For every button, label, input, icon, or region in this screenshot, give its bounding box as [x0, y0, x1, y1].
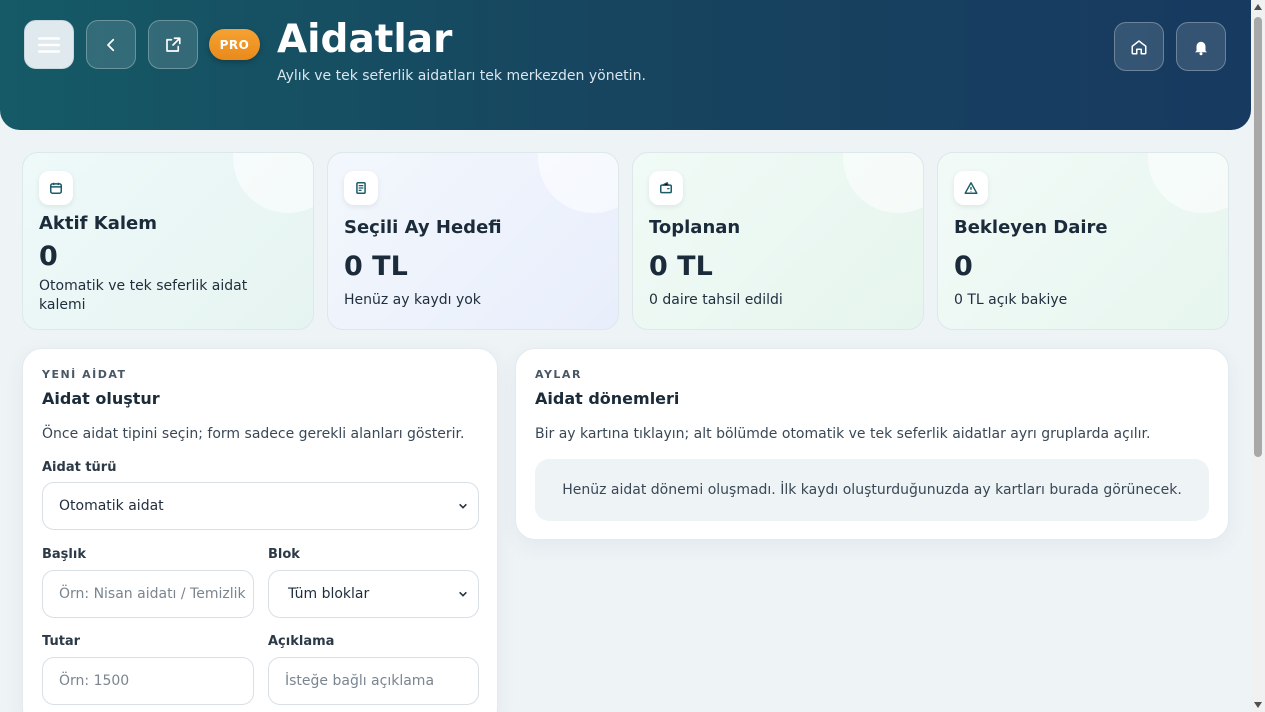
wallet-icon: [649, 171, 683, 205]
stat-card-month-target: Seçili Ay Hedefi 0 TL Henüz ay kaydı yok: [327, 152, 619, 330]
back-button[interactable]: [86, 20, 136, 69]
warning-icon: [954, 171, 988, 205]
dues-type-select[interactable]: Otomatik aidat: [42, 482, 479, 530]
new-dues-panel: YENİ AİDAT Aidat oluştur Önce aidat tipi…: [22, 348, 498, 712]
title-placeholder: Örn: Nisan aidatı / Temizlik: [59, 586, 246, 602]
stat-description: Otomatik ve tek seferlik aidat kalemi: [39, 278, 248, 313]
home-button[interactable]: [1114, 22, 1164, 71]
scrollbar-thumb[interactable]: [1254, 17, 1262, 457]
block-select[interactable]: Tüm bloklar: [268, 570, 479, 618]
stat-title: Toplanan: [649, 217, 741, 238]
panel-title: Aidat oluştur: [42, 389, 160, 408]
page-subtitle: Aylık ve tek seferlik aidatları tek merk…: [277, 68, 646, 84]
block-value: Tüm bloklar: [288, 586, 370, 602]
title-label: Başlık: [42, 547, 86, 562]
bell-icon: [1195, 41, 1207, 55]
page-scrollbar[interactable]: [1251, 0, 1265, 712]
stat-card-pending-units: Bekleyen Daire 0 0 TL açık bakiye: [937, 152, 1229, 330]
card-decoration: [1148, 153, 1228, 213]
card-decoration: [538, 153, 618, 213]
panel-title: Aidat dönemleri: [535, 389, 680, 408]
stat-title: Bekleyen Daire: [954, 217, 1108, 238]
stat-description: 0 TL açık bakiye: [954, 292, 1068, 308]
dues-type-label: Aidat türü: [42, 460, 117, 475]
scroll-down-arrow[interactable]: [1254, 702, 1262, 708]
chevron-down-icon: [459, 591, 467, 597]
stat-value: 0: [954, 251, 973, 282]
note-input[interactable]: İsteğe bağlı açıklama: [268, 657, 479, 705]
stat-card-collected: Toplanan 0 TL 0 daire tahsil edildi: [632, 152, 924, 330]
panel-description: Bir ay kartına tıklayın; alt bölümde oto…: [535, 426, 1151, 442]
panel-description: Önce aidat tipini seçin; form sadece ger…: [42, 426, 465, 442]
stat-title: Seçili Ay Hedefi: [344, 217, 502, 238]
calendar-icon: [39, 171, 73, 205]
app-header: PRO Aidatlar Aylık ve tek seferlik aidat…: [0, 0, 1251, 130]
external-link-icon: [166, 36, 181, 52]
document-icon: [344, 171, 378, 205]
stat-card-active-items: Aktif Kalem 0 Otomatik ve tek seferlik a…: [22, 152, 314, 330]
notifications-button[interactable]: [1176, 22, 1226, 71]
amount-input[interactable]: Örn: 1500: [42, 657, 254, 705]
stat-value: 0 TL: [649, 251, 713, 282]
menu-icon: [37, 36, 61, 53]
stat-description: Henüz ay kaydı yok: [344, 292, 481, 308]
stat-title: Aktif Kalem: [39, 213, 158, 234]
note-placeholder: İsteğe bağlı açıklama: [285, 673, 435, 689]
card-decoration: [233, 153, 313, 213]
chevron-left-icon: [107, 38, 115, 51]
dues-periods-panel: AYLAR Aidat dönemleri Bir ay kartına tık…: [515, 348, 1229, 540]
stat-value: 0 TL: [344, 251, 408, 282]
page-title: Aidatlar: [277, 17, 453, 62]
title-input[interactable]: Örn: Nisan aidatı / Temizlik: [42, 570, 254, 618]
stat-value: 0: [39, 241, 58, 272]
scroll-up-arrow[interactable]: [1254, 4, 1262, 10]
panel-eyebrow: YENİ AİDAT: [42, 368, 127, 381]
chevron-down-icon: [459, 503, 467, 509]
amount-label: Tutar: [42, 634, 81, 649]
block-label: Blok: [268, 547, 300, 562]
card-decoration: [843, 153, 923, 213]
stat-description: 0 daire tahsil edildi: [649, 292, 783, 308]
amount-placeholder: Örn: 1500: [59, 673, 130, 689]
panel-eyebrow: AYLAR: [535, 368, 582, 381]
open-external-button[interactable]: [148, 20, 198, 69]
home-icon: [1131, 39, 1147, 54]
dues-type-value: Otomatik aidat: [59, 498, 164, 514]
note-label: Açıklama: [268, 634, 335, 649]
pro-badge: PRO: [209, 29, 260, 60]
empty-state-message: Henüz aidat dönemi oluşmadı. İlk kaydı o…: [535, 459, 1209, 521]
menu-button[interactable]: [24, 20, 74, 69]
